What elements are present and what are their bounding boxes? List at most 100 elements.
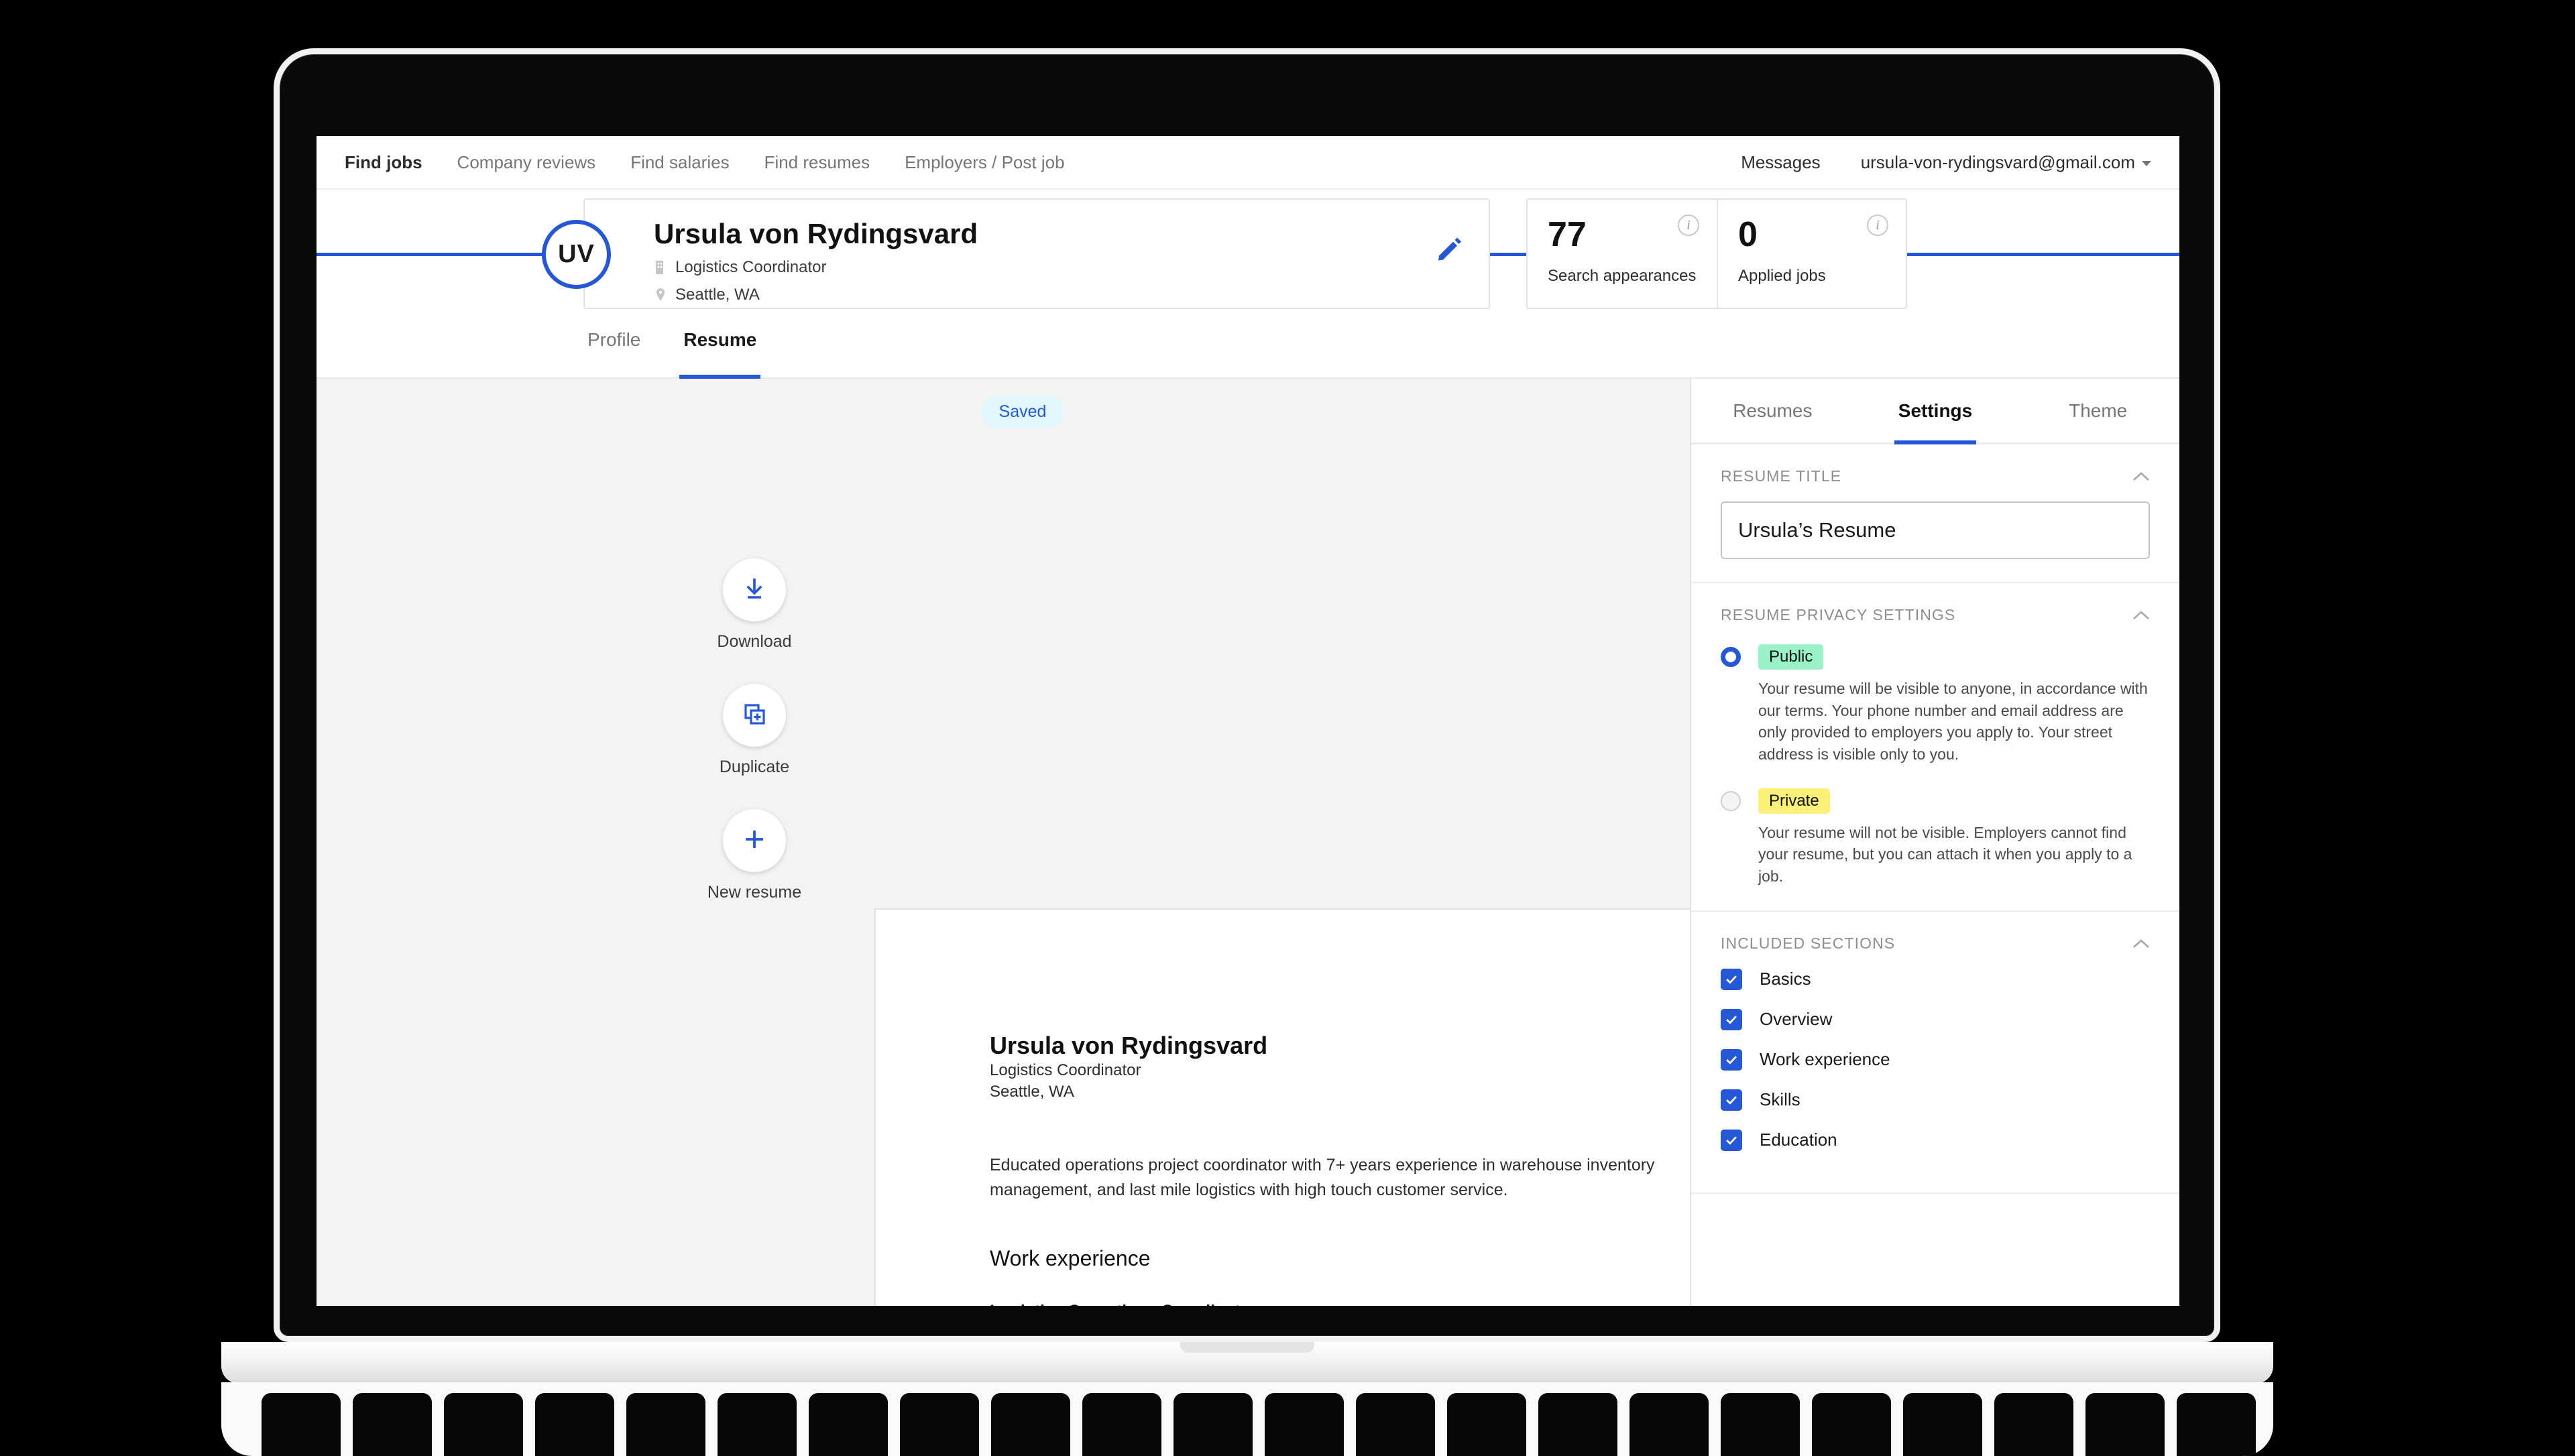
- keyboard-key: [718, 1393, 797, 1456]
- included-section-label: Work experience: [1760, 1049, 1890, 1070]
- keyboard-key: [1538, 1393, 1617, 1456]
- avatar-initials: UV: [558, 240, 595, 268]
- duplicate-button[interactable]: [722, 684, 786, 747]
- profile-location-row: Seattle, WA: [654, 286, 978, 304]
- section-header[interactable]: RESUME TITLE: [1721, 444, 2150, 501]
- resume-job-entry: Logistics Operations Coordinator New Sea…: [990, 1300, 1690, 1306]
- section-included-sections: INCLUDED SECTIONS Basics Overview Work e…: [1691, 912, 2179, 1194]
- keyboard-key: [1174, 1393, 1253, 1456]
- included-section-label: Overview: [1760, 1009, 1833, 1030]
- laptop-keyboard: [221, 1382, 2273, 1456]
- nav-account-group: Messages ursula-von-rydingsvard@gmail.co…: [1741, 152, 2151, 173]
- stats-card-group: i 77 Search appearances i 0 Applied jobs: [1526, 198, 1907, 309]
- section-header[interactable]: RESUME PRIVACY SETTINGS: [1721, 583, 2150, 640]
- stat-value: 77: [1548, 215, 1587, 254]
- action-new-resume[interactable]: New resume: [707, 809, 801, 902]
- keyboard-key: [626, 1393, 705, 1456]
- status-badge-private: Private: [1758, 788, 1830, 814]
- radio-button-unselected[interactable]: [1721, 790, 1741, 811]
- resume-document-preview[interactable]: Ursula von Rydingsvard Logistics Coordin…: [874, 908, 1690, 1306]
- keyboard-key: [2177, 1393, 2256, 1456]
- main-content: Saved Download Duplicate New resume Ursu…: [317, 379, 2179, 1306]
- privacy-option-description: Your resume will not be visible. Employe…: [1758, 823, 2132, 885]
- section-title-label: RESUME TITLE: [1721, 467, 1842, 485]
- avatar: UV: [542, 220, 611, 289]
- keyboard-key: [1994, 1393, 2073, 1456]
- section-resume-title: RESUME TITLE: [1691, 444, 2179, 583]
- nav-link-messages[interactable]: Messages: [1741, 152, 1821, 173]
- tab-resume[interactable]: Resume: [679, 317, 761, 379]
- resume-location: Seattle, WA: [990, 1082, 1074, 1101]
- new-resume-button[interactable]: [722, 809, 786, 872]
- keyboard-key: [991, 1393, 1070, 1456]
- tab-profile[interactable]: Profile: [583, 317, 644, 379]
- nav-link-find-resumes[interactable]: Find resumes: [764, 152, 870, 173]
- account-menu[interactable]: ursula-von-rydingsvard@gmail.com: [1861, 152, 2151, 173]
- action-label: New resume: [707, 883, 802, 902]
- stat-card-search-appearances[interactable]: i 77 Search appearances: [1528, 200, 1717, 308]
- tab-theme[interactable]: Theme: [2016, 379, 2179, 442]
- keyboard-key: [1447, 1393, 1526, 1456]
- checkbox-checked[interactable]: [1721, 1048, 1742, 1071]
- profile-info: Ursula von Rydingsvard Logistics Coordin…: [654, 218, 978, 304]
- resume-title-input[interactable]: [1721, 501, 2150, 559]
- resume-name: Ursula von Rydingsvard: [990, 1032, 1268, 1059]
- keyboard-key: [535, 1393, 614, 1456]
- checkbox-checked[interactable]: [1721, 1008, 1742, 1030]
- briefcase-icon: [654, 259, 667, 276]
- laptop-base-notch: [1180, 1342, 1314, 1353]
- nav-link-find-jobs[interactable]: Find jobs: [345, 152, 422, 173]
- tab-settings[interactable]: Settings: [1854, 379, 2017, 442]
- tab-resumes[interactable]: Resumes: [1691, 379, 1854, 442]
- location-pin-icon: [654, 287, 667, 303]
- status-badge-public: Public: [1758, 644, 1824, 670]
- chevron-up-icon[interactable]: [2132, 471, 2150, 481]
- action-label: Download: [717, 632, 792, 651]
- document-actions-rail: Download Duplicate New resume: [701, 558, 808, 902]
- privacy-option-private[interactable]: Private Your resume will not be visible.…: [1721, 788, 2150, 888]
- checkbox-checked[interactable]: [1721, 1129, 1742, 1151]
- included-section-education[interactable]: Education: [1721, 1129, 2150, 1151]
- top-navigation-bar: Find jobs Company reviews Find salaries …: [317, 136, 2179, 190]
- stat-value: 0: [1738, 215, 1758, 254]
- nav-link-company-reviews[interactable]: Company reviews: [457, 152, 596, 173]
- download-button[interactable]: [723, 558, 786, 621]
- stat-label: Applied jobs: [1738, 267, 1826, 285]
- section-title-label: RESUME PRIVACY SETTINGS: [1721, 606, 1956, 623]
- profile-location: Seattle, WA: [675, 286, 760, 304]
- info-icon[interactable]: i: [1867, 215, 1888, 236]
- included-section-work-experience[interactable]: Work experience: [1721, 1048, 2150, 1071]
- profile-summary-card: Ursula von Rydingsvard Logistics Coordin…: [583, 198, 1490, 309]
- keyboard-key: [262, 1393, 341, 1456]
- stat-label: Search appearances: [1548, 267, 1697, 285]
- keyboard-key: [1082, 1393, 1161, 1456]
- resume-section-heading-work-experience: Work experience: [990, 1246, 1151, 1270]
- section-header[interactable]: INCLUDED SECTIONS: [1721, 912, 2150, 969]
- stat-card-applied-jobs[interactable]: i 0 Applied jobs: [1717, 200, 1906, 308]
- action-download[interactable]: Download: [717, 558, 792, 652]
- account-email-label: ursula-von-rydingsvard@gmail.com: [1860, 151, 2135, 172]
- keyboard-key: [444, 1393, 523, 1456]
- profile-name: Ursula von Rydingsvard: [654, 218, 978, 249]
- nav-link-find-salaries[interactable]: Find salaries: [630, 152, 729, 173]
- info-icon[interactable]: i: [1678, 215, 1699, 236]
- checkbox-checked[interactable]: [1721, 968, 1742, 990]
- chevron-up-icon[interactable]: [2132, 610, 2150, 620]
- checkbox-checked[interactable]: [1721, 1089, 1742, 1111]
- keyboard-key: [1721, 1393, 1800, 1456]
- keyboard-key: [900, 1393, 979, 1456]
- download-icon: [740, 574, 769, 607]
- included-section-skills[interactable]: Skills: [1721, 1089, 2150, 1111]
- included-section-overview[interactable]: Overview: [1721, 1008, 2150, 1030]
- keyboard-key: [809, 1393, 888, 1456]
- keyboard-key: [1903, 1393, 1982, 1456]
- nav-link-employers-post-job[interactable]: Employers / Post job: [905, 152, 1064, 173]
- included-section-basics[interactable]: Basics: [1721, 968, 2150, 990]
- edit-profile-pencil-icon[interactable]: [1435, 235, 1463, 263]
- action-duplicate[interactable]: Duplicate: [720, 684, 789, 777]
- radio-button-selected[interactable]: [1721, 647, 1741, 667]
- duplicate-icon: [740, 699, 769, 732]
- chevron-up-icon[interactable]: [2132, 938, 2150, 949]
- status-badge-saved: Saved: [981, 396, 1064, 428]
- privacy-option-public[interactable]: Public Your resume will be visible to an…: [1721, 644, 2150, 766]
